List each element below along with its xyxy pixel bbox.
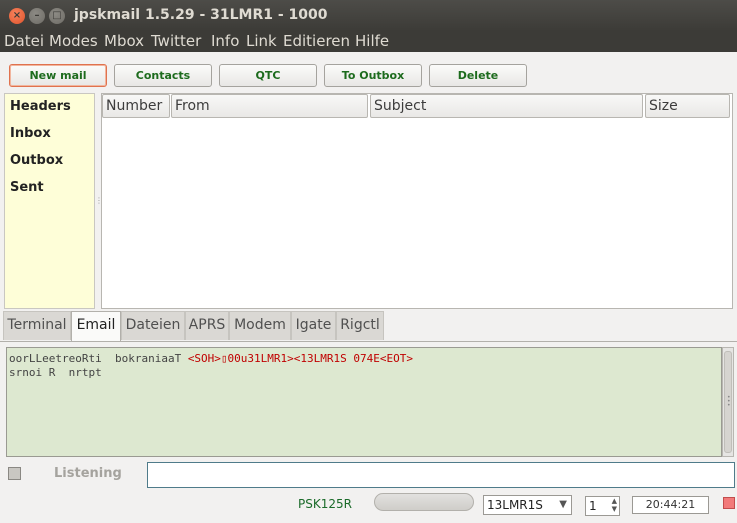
window-titlebar: × – □ jpskmail 1.5.29 - 31LMR1 - 1000 (0, 0, 737, 31)
column-header-subject[interactable]: Subject (370, 94, 643, 118)
listening-label: Listening (54, 466, 122, 481)
menu-mbox[interactable]: Mbox (104, 32, 144, 50)
menu-bar: Datei Modes Mbox Twitter Info Link Editi… (0, 31, 737, 52)
channel-spinner[interactable]: 1 ▲ ▼ (585, 496, 620, 516)
tab-email[interactable]: Email (71, 311, 121, 342)
listening-checkbox[interactable] (8, 467, 21, 480)
contacts-button[interactable]: Contacts (114, 64, 212, 87)
scroll-grip-icon: • • • (727, 394, 731, 409)
tab-rigctl[interactable]: Rigctl (336, 311, 384, 340)
sidebar-item-outbox[interactable]: Outbox (10, 153, 63, 168)
minimize-window-button[interactable]: – (29, 8, 45, 24)
clock-display: 20:44:21 (632, 496, 709, 514)
callsign-select[interactable]: 13LMR1S ▼ (483, 495, 572, 515)
menu-link[interactable]: Link (246, 32, 277, 50)
tab-igate[interactable]: Igate (291, 311, 336, 340)
terminal-line2-text: srnoi R nrtpt (9, 366, 102, 379)
status-indicator (723, 497, 735, 509)
sidebar-item-headers[interactable]: Headers (10, 99, 71, 114)
terminal-line1-control: <SOH>▯00u31LMR1><13LMR1S 074E<EOT> (187, 352, 413, 365)
close-window-button[interactable]: × (9, 8, 25, 24)
menu-modes[interactable]: Modes (49, 32, 98, 50)
new-mail-button[interactable]: New mail (9, 64, 107, 87)
menu-info[interactable]: Info (211, 32, 239, 50)
tab-aprs[interactable]: APRS (185, 311, 229, 340)
column-header-size[interactable]: Size (645, 94, 730, 118)
terminal-line1-text: oorLLeetreoRti bokraniaaT (9, 352, 188, 365)
callsign-value: 13LMR1S (487, 498, 543, 512)
tab-dateien[interactable]: Dateien (121, 311, 185, 340)
mode-label: PSK125R (298, 497, 352, 511)
sidebar-item-sent[interactable]: Sent (10, 180, 44, 195)
column-header-from[interactable]: From (171, 94, 368, 118)
menu-twitter[interactable]: Twitter (151, 32, 201, 50)
terminal-output[interactable]: oorLLeetreoRti bokraniaaT <SOH>▯00u31LMR… (6, 347, 722, 457)
to-outbox-button[interactable]: To Outbox (324, 64, 422, 87)
maximize-window-button[interactable]: □ (49, 8, 65, 24)
tab-terminal[interactable]: Terminal (3, 311, 71, 340)
mail-table[interactable]: Number From Subject Size (101, 93, 733, 309)
spinner-value: 1 (589, 499, 597, 513)
column-header-number[interactable]: Number (102, 94, 170, 118)
signal-progress-bar (374, 493, 474, 511)
chevron-down-icon[interactable]: ▼ (559, 496, 567, 514)
menu-datei[interactable]: Datei (4, 32, 44, 50)
menu-hilfe[interactable]: Hilfe (355, 32, 389, 50)
spinner-arrows-icon[interactable]: ▲ ▼ (612, 497, 617, 513)
sidebar-item-inbox[interactable]: Inbox (10, 126, 51, 141)
window-title: jpskmail 1.5.29 - 31LMR1 - 1000 (74, 7, 328, 23)
qtc-button[interactable]: QTC (219, 64, 317, 87)
terminal-scrollbar[interactable]: • • • (722, 347, 734, 457)
delete-button[interactable]: Delete (429, 64, 527, 87)
command-input[interactable] (147, 462, 735, 488)
mailbox-sidebar: Headers Inbox Outbox Sent (4, 93, 95, 309)
menu-editieren[interactable]: Editieren (283, 32, 350, 50)
tab-modem[interactable]: Modem (229, 311, 291, 340)
